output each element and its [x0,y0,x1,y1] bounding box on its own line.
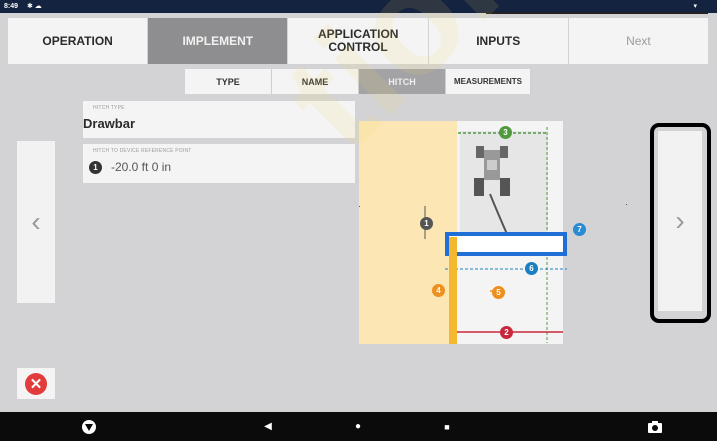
measurement-badge-1: 1 [89,161,102,174]
dimension-badge-5: 5 [492,286,505,299]
hitch-offset-value: -20.0 ft 0 in [111,160,172,174]
wifi-icon: ▾ [693,3,697,10]
subtab-name[interactable]: NAME [272,69,359,94]
status-time: 8:49 [4,3,19,10]
implement-highlight [445,232,567,256]
close-icon: ✕ [25,372,47,395]
dimension-badge-6: 6 [525,262,538,275]
status-icons: ✱ ☁ [27,3,42,10]
hitch-type-field[interactable]: HITCH TYPE Drawbar [83,101,355,138]
subtab-measurements[interactable]: MEASUREMENTS [446,69,531,94]
hitch-stripe [449,237,457,344]
divider [486,12,708,14]
subtab-type[interactable]: TYPE [185,69,272,94]
next-button[interactable]: Next [568,18,710,64]
hitch-type-value: Drawbar [83,116,136,131]
sub-tabs: TYPE NAME HITCH MEASUREMENTS [185,69,531,94]
right-marker: · [625,199,628,209]
tab-implement[interactable]: IMPLEMENT [148,18,289,64]
hitch-diagram: 3 1 6 4 5 2 [359,121,567,344]
chevron-left-icon: ‹ [31,206,41,237]
hitch-type-label: HITCH TYPE [93,105,125,111]
app-logo-icon[interactable] [78,412,100,441]
dimension-badge-7: 7 [573,223,586,236]
dimension-badge-4: 4 [432,284,445,297]
tab-operation[interactable]: OPERATION [8,18,149,64]
back-icon[interactable]: ◀ [260,412,276,441]
highlight-outline [650,123,711,323]
previous-button[interactable]: ‹ [17,141,55,303]
home-icon[interactable]: ● [350,412,366,441]
android-nav-bar: ◀ ● ■ [0,412,717,441]
dimension-badge-1: 1 [420,217,433,230]
recent-apps-icon[interactable]: ■ [439,412,455,441]
tab-application-control-label: APPLICATION CONTROL [318,27,399,54]
tab-application-control[interactable]: APPLICATION CONTROL [288,18,429,64]
left-marker: · [358,201,361,211]
top-tabs: OPERATION IMPLEMENT APPLICATION CONTROL … [8,18,710,64]
cancel-button[interactable]: ✕ [17,368,55,399]
dimension-badge-3: 3 [499,126,512,139]
subtab-hitch[interactable]: HITCH [359,69,446,94]
tab-inputs[interactable]: INPUTS [428,18,569,64]
dimension-badge-2: 2 [500,326,513,339]
hitch-offset-label: HITCH TO DEVICE REFERENCE POINT [93,148,192,154]
hitch-offset-field[interactable]: HITCH TO DEVICE REFERENCE POINT 1 -20.0 … [83,144,355,183]
camera-icon[interactable] [646,412,664,441]
